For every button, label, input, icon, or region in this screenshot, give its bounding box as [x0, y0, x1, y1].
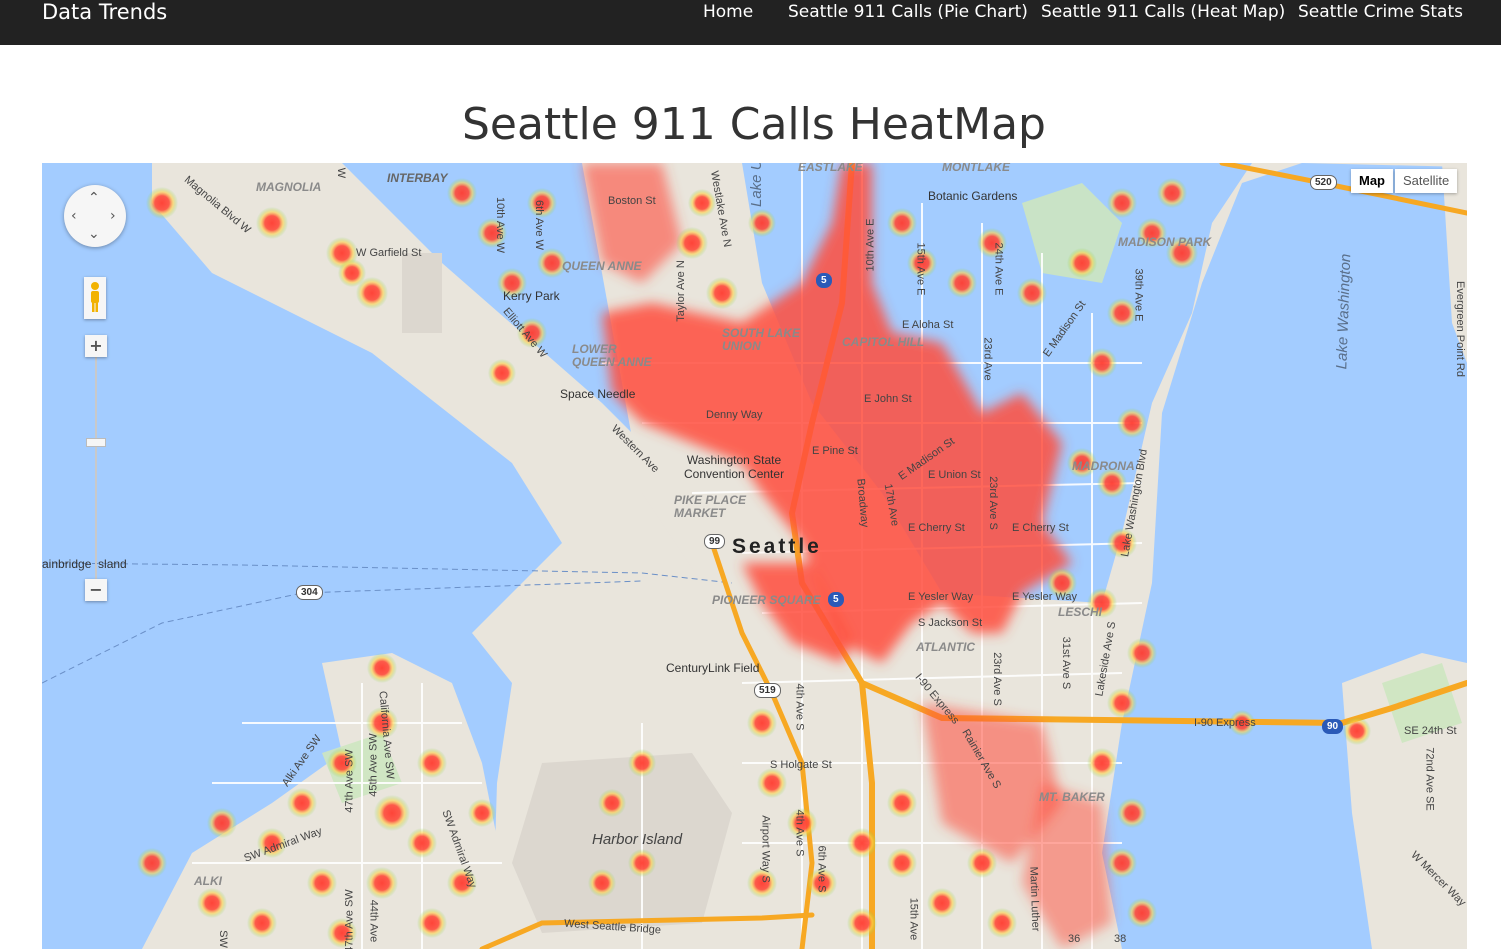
label-se-24th-st: SE 24th St	[1404, 725, 1457, 737]
label-w-garfield-st: W Garfield St	[356, 247, 422, 259]
label-6th-ave-w: 6th Ave W	[532, 200, 545, 250]
label-atlantic: ATLANTIC	[916, 640, 976, 654]
label-s-holgate-st: S Holgate St	[770, 759, 832, 771]
label-38: 38	[1114, 933, 1127, 945]
label-e-aloha-st: E Aloha St	[902, 319, 954, 331]
route-90-shield: 90	[1322, 719, 1344, 734]
label-e-union-st: E Union St	[928, 469, 981, 481]
nav-link-pie-chart[interactable]: Seattle 911 Calls (Pie Chart)	[788, 0, 1028, 24]
label-madison-park: MADISON PARK	[1118, 235, 1212, 249]
zoom-in-button[interactable]: +	[85, 335, 107, 357]
label-seattle: Seattle	[732, 535, 822, 558]
label-kerry-park: Kerry Park	[503, 289, 560, 303]
label-boston-st: Boston St	[608, 195, 656, 207]
label-e-cherry-st-2: E Cherry St	[1012, 522, 1069, 534]
label-i90-express: I-90 Express	[1194, 717, 1256, 729]
label-centurylink-field: CenturyLink Field	[666, 661, 760, 675]
label-harbor-island: Harbor Island	[592, 831, 683, 848]
label-pioneer-square: PIONEER SQUARE	[712, 593, 821, 607]
pan-right-icon[interactable]: ›	[110, 209, 116, 223]
label-evergreen-point-rd: Evergreen Point Rd	[1454, 281, 1466, 377]
pan-left-icon[interactable]: ‹	[71, 209, 77, 223]
label-e-john-st: E John St	[864, 393, 912, 405]
page-title: Seattle 911 Calls HeatMap	[462, 99, 1046, 150]
label-4th-ave-s: 4th Ave S	[793, 683, 806, 731]
label-sw: SW	[216, 930, 229, 948]
label-botanic-gardens: Botanic Gardens	[928, 189, 1018, 203]
label-e-pine-st: E Pine St	[812, 445, 858, 457]
pan-control[interactable]: ⌃ ⌄ ‹ ›	[64, 185, 126, 247]
nav-link-heat-map[interactable]: Seattle 911 Calls (Heat Map)	[1041, 0, 1285, 24]
label-10th-ave-e: 10th Ave E	[864, 218, 877, 272]
label-montlake: MONTLAKE	[942, 163, 1010, 174]
label-bainbridge: ainbridge Island	[42, 557, 127, 571]
label-south-lake-union: SOUTH LAKE UNION	[722, 326, 800, 353]
label-lower-queen-anne: LOWER QUEEN ANNE	[572, 342, 652, 369]
label-eastlake: EASTLAKE	[798, 163, 863, 174]
label-31st-ave-s: 31st Ave S	[1060, 636, 1073, 690]
label-39th-ave-e: 39th Ave E	[1132, 268, 1145, 322]
label-s-jackson-st: S Jackson St	[918, 617, 983, 629]
route-5-shield: 5	[816, 273, 832, 288]
map-type-satellite-button[interactable]: Satellite	[1395, 169, 1458, 193]
label-magnolia: MAGNOLIA	[256, 180, 322, 194]
street-view-pegman-icon[interactable]	[84, 277, 106, 319]
label-23rd-ave: 23rd Ave	[981, 337, 994, 381]
label-47th-ave-sw-2: 47th Ave SW	[343, 889, 356, 949]
label-capitol-hill: CAPITOL HILL	[842, 335, 925, 349]
label-23rd-ave-s-2: 23rd Ave S	[990, 652, 1003, 706]
label-convention-center: Washington State Convention Center	[684, 453, 785, 481]
label-36: 36	[1068, 933, 1081, 945]
label-taylor-ave: Taylor Ave N	[674, 260, 687, 322]
top-navbar: Data Trends Home Seattle 911 Calls (Pie …	[0, 0, 1501, 45]
route-99-shield: 99	[704, 534, 726, 549]
label-72nd-ave-se: 72nd Ave SE	[1423, 747, 1436, 811]
zoom-slider-thumb[interactable]	[86, 438, 106, 447]
label-w: W	[335, 167, 348, 179]
label-e-cherry-st: E Cherry St	[908, 522, 965, 534]
zoom-slider-track[interactable]	[95, 357, 97, 593]
route-520-shield: 520	[1310, 175, 1337, 190]
label-10th-ave-w: 10th Ave W	[494, 196, 507, 254]
label-leschi: LESCHI	[1058, 605, 1103, 619]
label-44th-ave: 44th Ave	[367, 899, 380, 943]
zoom-out-button[interactable]: −	[85, 579, 107, 601]
label-martin-luther: Martin Luther	[1027, 866, 1042, 932]
label-e-yesler-way: E Yesler Way	[908, 591, 974, 603]
label-mt-baker: MT. BAKER	[1039, 790, 1105, 804]
label-madrona: MADRONA	[1072, 459, 1135, 473]
heatmap-map[interactable]: Lake U Lake Washington Harbor Island ain…	[42, 163, 1467, 949]
label-24th-ave-e: 24th Ave E	[992, 242, 1005, 296]
label-alki: ALKI	[194, 874, 222, 888]
route-5b-shield: 5	[828, 592, 844, 607]
nav-link-crime-stats[interactable]: Seattle Crime Stats	[1298, 0, 1463, 24]
label-6th-ave-s: 6th Ave S	[815, 845, 828, 893]
label-lake-union: Lake U	[748, 163, 765, 207]
label-denny-way: Denny Way	[706, 409, 763, 421]
map-type-map-button[interactable]: Map	[1351, 169, 1393, 193]
label-interbay: INTERBAY	[387, 171, 448, 185]
pan-down-icon[interactable]: ⌄	[88, 227, 100, 241]
route-304-shield: 304	[296, 585, 323, 600]
brand-link[interactable]: Data Trends	[42, 0, 167, 24]
label-queen-anne: QUEEN ANNE	[562, 259, 642, 273]
label-pike-place: PIKE PLACE MARKET	[674, 493, 747, 520]
label-15th-ave: 15th Ave	[907, 897, 920, 941]
label-45th-ave-sw: 45th Ave SW	[367, 733, 380, 797]
pan-up-icon[interactable]: ⌃	[88, 191, 100, 205]
route-519-shield: 519	[754, 683, 781, 698]
nav-link-home[interactable]: Home	[703, 0, 753, 24]
label-4th-ave-s-2: 4th Ave S	[793, 809, 806, 857]
label-e-yesler-way-2: E Yesler Way	[1012, 591, 1078, 603]
label-space-needle: Space Needle	[560, 387, 636, 401]
label-airport-way: Airport Way S	[759, 815, 772, 883]
label-15th-ave-e: 15th Ave E	[914, 242, 927, 296]
label-47th-ave-sw: 47th Ave SW	[343, 749, 356, 813]
label-23rd-ave-s: 23rd Ave S	[986, 476, 999, 530]
